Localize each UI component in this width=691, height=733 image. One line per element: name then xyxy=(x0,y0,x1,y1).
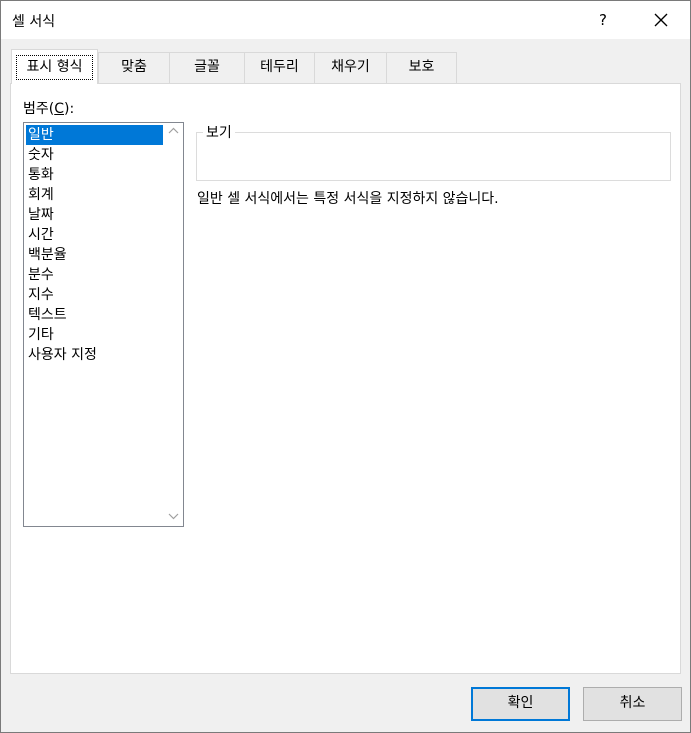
list-item-general[interactable]: 일반 xyxy=(26,125,163,145)
tab-protection[interactable]: 보호 xyxy=(386,52,457,83)
category-accelerator: C xyxy=(54,101,65,117)
help-icon: ? xyxy=(599,11,607,29)
list-item-scientific[interactable]: 지수 xyxy=(26,285,163,305)
tab-border[interactable]: 테두리 xyxy=(244,52,315,83)
preview-label: 보기 xyxy=(203,122,235,142)
focus-rect xyxy=(16,55,93,80)
tab-alignment[interactable]: 맞춤 xyxy=(98,52,170,83)
list-item-date[interactable]: 날짜 xyxy=(26,205,163,225)
tab-fill[interactable]: 채우기 xyxy=(314,52,387,83)
preview-box xyxy=(196,132,671,181)
list-item-fraction[interactable]: 분수 xyxy=(26,265,163,285)
list-item-custom[interactable]: 사용자 지정 xyxy=(26,345,163,365)
list-item-special[interactable]: 기타 xyxy=(26,325,163,345)
help-button[interactable]: ? xyxy=(587,3,619,37)
tab-number-format[interactable]: 표시 형식 xyxy=(11,49,98,84)
list-item-percentage[interactable]: 백분율 xyxy=(26,245,163,265)
close-icon xyxy=(654,13,668,27)
list-item-text[interactable]: 텍스트 xyxy=(26,305,163,325)
tab-label: 채우기 xyxy=(331,59,370,75)
title-bar[interactable]: 셀 서식 ? xyxy=(1,1,690,39)
tab-label: 보호 xyxy=(408,59,435,75)
close-button[interactable] xyxy=(641,3,681,37)
tab-label: 테두리 xyxy=(260,59,299,75)
tab-panel-number-format: 범주(C): 일반 숫자 통화 회계 날짜 시간 백분율 분수 지수 텍스트 기… xyxy=(10,83,681,674)
chevron-up-icon[interactable] xyxy=(168,127,179,135)
list-item-accounting[interactable]: 회계 xyxy=(26,185,163,205)
listbox-scrollbar[interactable] xyxy=(164,123,183,526)
cancel-button[interactable]: 취소 xyxy=(583,687,682,721)
category-label-text: 범주 xyxy=(23,101,49,117)
format-cells-dialog: 셀 서식 ? 표시 형식 맞춤 글꼴 테두리 채우기 보호 범주(C): 일반 … xyxy=(0,0,691,733)
chevron-down-icon[interactable] xyxy=(168,512,179,520)
list-item-currency[interactable]: 통화 xyxy=(26,165,163,185)
list-item-number[interactable]: 숫자 xyxy=(26,145,163,165)
category-label: 범주(C): xyxy=(23,101,75,117)
ok-button[interactable]: 확인 xyxy=(471,687,570,721)
dialog-title: 셀 서식 xyxy=(12,14,56,30)
tab-label: 맞춤 xyxy=(121,59,147,75)
tab-label: 글꼴 xyxy=(194,59,220,75)
format-description: 일반 셀 서식에서는 특정 서식을 지정하지 않습니다. xyxy=(197,191,499,207)
tab-font[interactable]: 글꼴 xyxy=(169,52,245,83)
category-listbox[interactable]: 일반 숫자 통화 회계 날짜 시간 백분율 분수 지수 텍스트 기타 사용자 지… xyxy=(23,122,184,527)
list-item-time[interactable]: 시간 xyxy=(26,225,163,245)
